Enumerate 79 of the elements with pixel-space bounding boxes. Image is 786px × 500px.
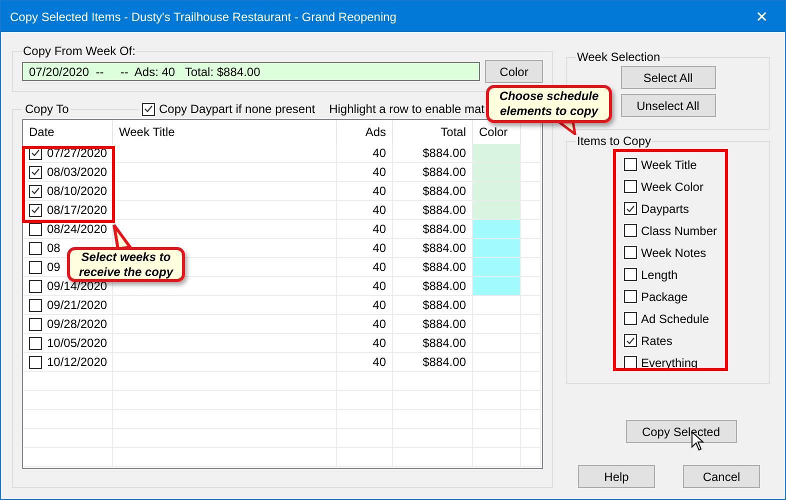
- item-label[interactable]: Everything: [641, 356, 698, 370]
- ads-cell: 40: [337, 239, 393, 258]
- checkbox[interactable]: [29, 184, 42, 198]
- date-text: 10/12/2020: [47, 355, 108, 369]
- item-label[interactable]: Ad Schedule: [641, 312, 710, 326]
- total-cell: $884.00: [393, 296, 473, 315]
- selection-button[interactable]: Select All: [620, 66, 716, 89]
- checkbox[interactable]: [29, 166, 42, 178]
- item-label[interactable]: Rates: [641, 334, 672, 348]
- checkbox[interactable]: [29, 318, 42, 330]
- group-label: Week Selection: [576, 50, 662, 64]
- close-button[interactable]: ✕: [739, 1, 785, 32]
- ads-cell: 40: [337, 163, 393, 182]
- item-label[interactable]: Week Notes: [641, 246, 706, 260]
- checkbox[interactable]: [29, 260, 42, 274]
- date-text: 09/28/2020: [47, 317, 108, 331]
- checkbox[interactable]: [624, 246, 637, 259]
- column-header[interactable]: Week Title: [113, 120, 337, 144]
- ads-cell: 40: [337, 258, 393, 277]
- date-text: 08: [47, 241, 60, 255]
- ads-cell: 40: [337, 201, 393, 220]
- group-label: Copy To: [23, 102, 71, 116]
- total-cell: $884.00: [393, 334, 473, 353]
- ads-cell: 40: [337, 315, 393, 334]
- checkbox[interactable]: [29, 204, 42, 216]
- checkbox[interactable]: [29, 356, 42, 368]
- ads-cell: 40: [337, 334, 393, 353]
- ads-cell: 40: [337, 277, 393, 296]
- date-text: 09/21/2020: [47, 298, 108, 312]
- ads-cell: 40: [337, 144, 393, 163]
- date-text: 08/17/2020: [47, 203, 108, 217]
- checkbox[interactable]: [624, 180, 637, 193]
- item-label[interactable]: Week Title: [641, 158, 697, 172]
- checkbox[interactable]: [29, 222, 42, 236]
- ads-cell: 40: [337, 182, 393, 201]
- item-label[interactable]: Class Number: [641, 224, 718, 238]
- total-cell: $884.00: [393, 315, 473, 334]
- checkbox-label[interactable]: Copy Daypart if none present: [159, 102, 316, 116]
- dialog-button[interactable]: Help: [578, 465, 655, 488]
- total-cell: $884.00: [393, 353, 473, 372]
- date-text: 10/05/2020: [47, 336, 108, 350]
- hint-text: Highlight a row to enable mat: [329, 102, 485, 116]
- item-label[interactable]: Dayparts: [641, 202, 690, 216]
- checkbox[interactable]: [624, 312, 637, 325]
- color-button[interactable]: Color: [485, 60, 543, 83]
- checkbox[interactable]: [142, 102, 155, 116]
- group-label: Copy From Week Of:: [22, 44, 136, 58]
- column-header[interactable]: Total: [393, 120, 473, 144]
- column-header[interactable]: Date: [23, 120, 113, 144]
- checkbox[interactable]: [624, 334, 637, 347]
- checkbox[interactable]: [624, 158, 637, 171]
- checkbox[interactable]: [624, 224, 637, 237]
- item-label[interactable]: Length: [641, 268, 678, 282]
- checkbox[interactable]: [29, 336, 42, 350]
- item-label[interactable]: Package: [641, 290, 688, 304]
- date-text: 09/14/2020: [47, 279, 108, 293]
- date-text: 08/03/2020: [47, 165, 108, 179]
- ads-cell: 40: [337, 296, 393, 315]
- ads-cell: 40: [337, 220, 393, 239]
- checkbox[interactable]: [624, 356, 637, 369]
- item-label[interactable]: Week Color: [641, 180, 704, 194]
- column-header[interactable]: Ads: [337, 120, 393, 144]
- callout-pointer: [112, 224, 134, 250]
- checkbox[interactable]: [29, 242, 42, 254]
- dialog-button[interactable]: Cancel: [683, 465, 760, 488]
- checkbox[interactable]: [624, 268, 637, 281]
- date-text: 07/27/2020: [47, 146, 108, 160]
- source-week-field: 07/20/2020 -- -- Ads: 40 Total: $884.00: [22, 62, 480, 81]
- selection-button[interactable]: Unselect All: [620, 94, 716, 117]
- date-text: 09: [47, 260, 60, 274]
- checkbox[interactable]: [624, 202, 637, 215]
- date-text: 08/10/2020: [47, 184, 108, 198]
- group-label: Items to Copy: [576, 134, 652, 148]
- checkbox[interactable]: [29, 298, 42, 312]
- ads-cell: 40: [337, 353, 393, 372]
- checkbox[interactable]: [624, 290, 637, 303]
- checkbox[interactable]: [29, 280, 42, 292]
- window-title: Copy Selected Items - Dusty's Trailhouse Restaurant - Grand Reopening: [10, 10, 396, 24]
- date-text: 08/24/2020: [47, 222, 108, 236]
